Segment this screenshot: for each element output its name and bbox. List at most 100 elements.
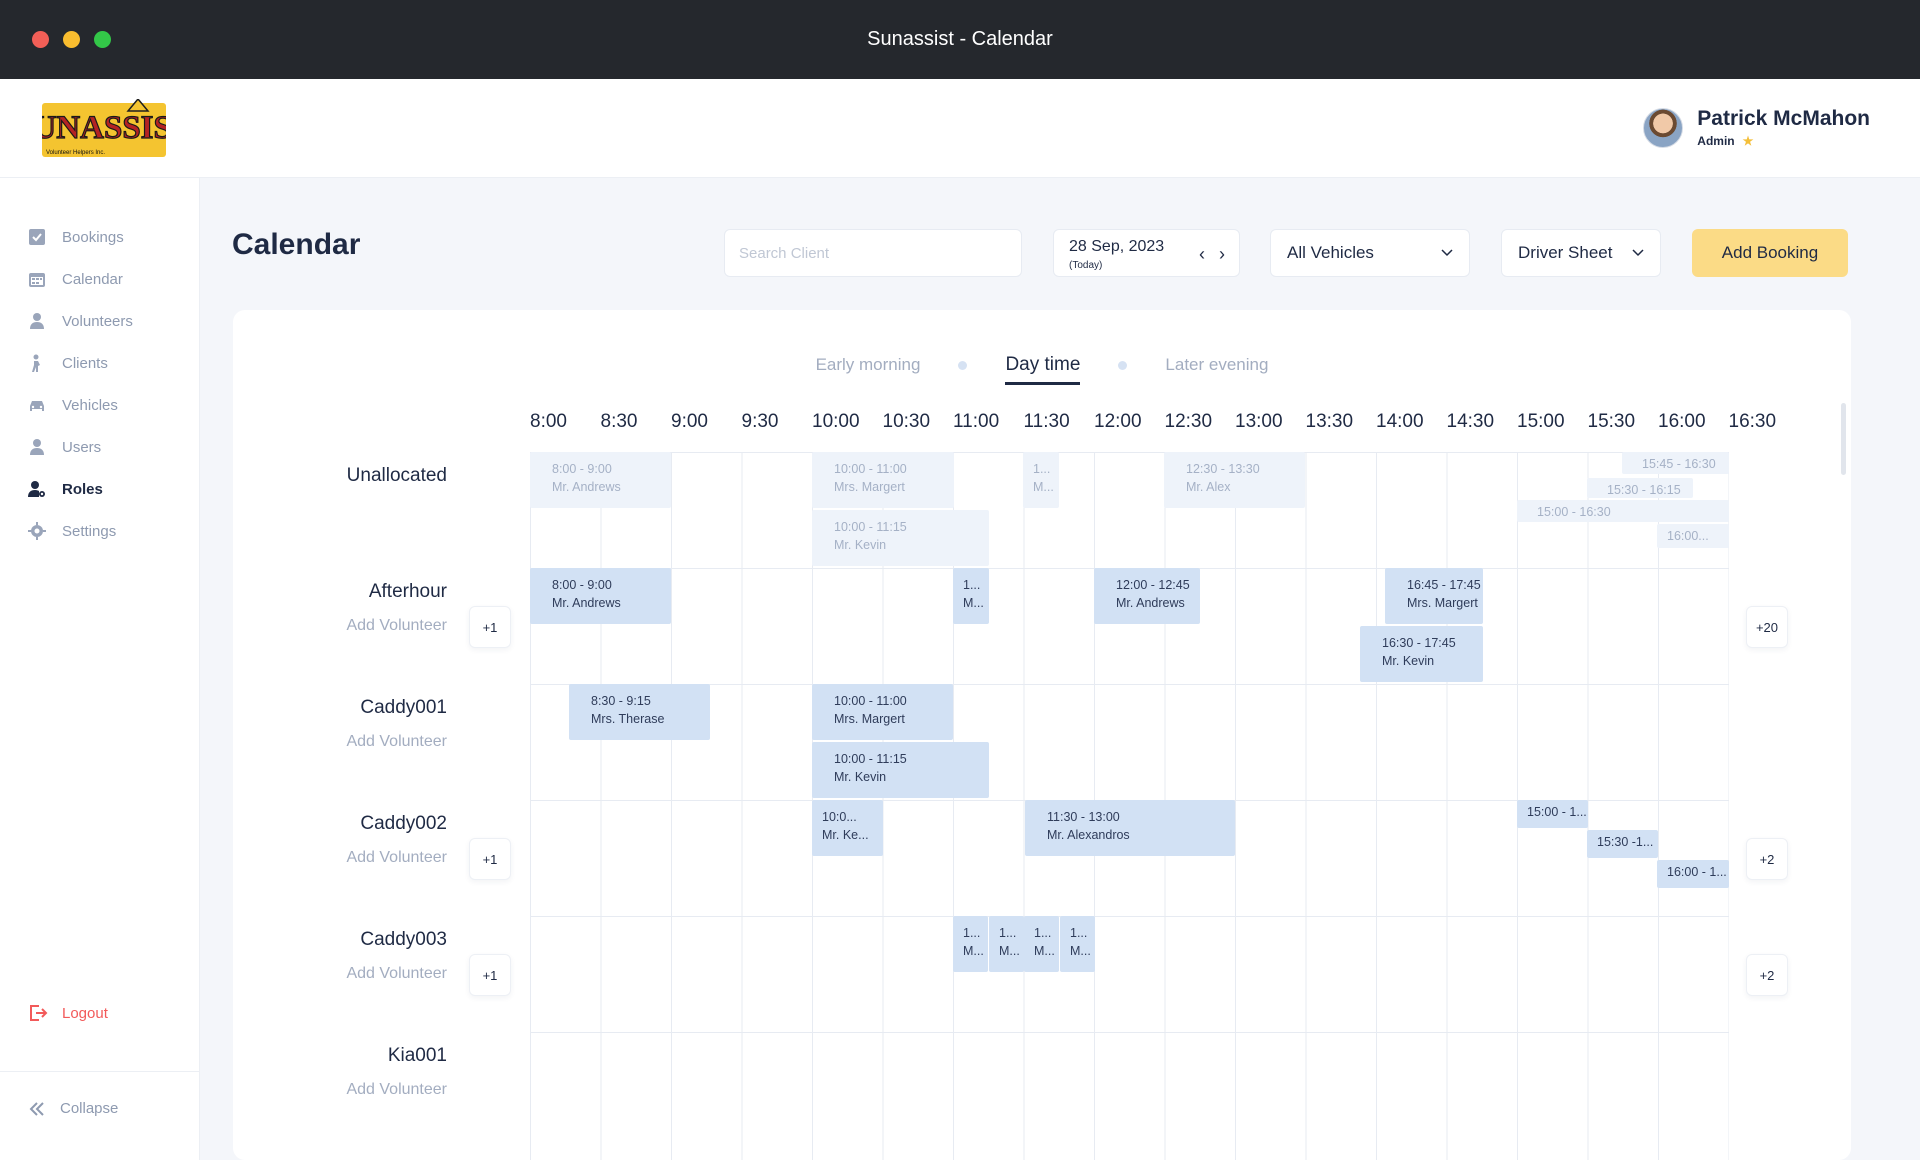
booking-event[interactable]: 15:30 -1... [1587,830,1658,858]
scrollbar[interactable] [1841,403,1846,475]
more-volunteers-button[interactable]: +1 [469,954,511,996]
hour-label: 14:30 [1446,411,1495,432]
booking-client: Mrs. Margert [834,712,905,726]
more-volunteers-button[interactable]: +1 [469,838,511,880]
collapse-button[interactable]: Collapse [28,1100,118,1117]
booking-event[interactable]: 15:30 - 16:15 [1587,478,1693,498]
booking-client: Mr. Kevin [1382,654,1435,668]
sidebar-item-label: Bookings [62,228,124,246]
close-window-button[interactable] [32,31,49,48]
booking-event[interactable]: 8:00 - 9:00 Mr. Andrews [530,568,671,624]
vehicles-select[interactable]: All Vehicles [1270,229,1470,277]
sidebar-item-settings[interactable]: Settings [28,522,116,540]
booking-client: M... [1033,480,1054,494]
booking-event[interactable]: 10:00 - 11:15 Mr. Kevin [812,510,989,566]
user-name: Patrick McMahon [1697,107,1870,130]
more-volunteers-button[interactable]: +1 [469,606,511,648]
logout-button[interactable]: Logout [28,1004,108,1022]
booking-event[interactable]: 15:45 - 16:30 [1622,452,1729,474]
booking-time: 15:00 - 16:30 [1537,505,1611,519]
booking-event[interactable]: 1... M... [989,916,1024,972]
more-bookings-button[interactable]: +20 [1746,606,1788,648]
sidebar-item-vehicles[interactable]: Vehicles [28,396,118,414]
booking-event[interactable]: 8:30 - 9:15 Mrs. Therase [569,684,710,740]
tab-early-morning[interactable]: Early morning [816,355,921,375]
booking-event[interactable]: 10:0... Mr. Ke... [812,800,883,856]
date-today-label: (Today) [1069,260,1103,271]
booking-time: 11:30 - 13:00 [1047,810,1120,824]
window-controls[interactable] [32,31,111,48]
booking-event[interactable]: 16:45 - 17:45 Mrs. Margert [1385,568,1483,624]
tab-day-time[interactable]: Day time [1005,354,1081,385]
add-volunteer-link[interactable]: Add Volunteer [346,733,447,751]
booking-event[interactable]: 1... M... [953,568,989,624]
add-volunteer-link[interactable]: Add Volunteer [346,617,447,635]
booking-event[interactable]: 12:00 - 12:45 Mr. Andrews [1094,568,1200,624]
booking-client: Mr. Alex [1186,480,1231,494]
user-role: Admin ★ [1697,134,1870,148]
more-bookings-button[interactable]: +2 [1746,954,1788,996]
row-name: Unallocated [346,465,447,486]
booking-event[interactable]: 1... M... [1060,916,1095,972]
booking-event[interactable]: 16:30 - 17:45 Mr. Kevin [1360,626,1483,682]
sunassist-logo[interactable]: SUNASSIST Volunteer Helpers Inc. [42,99,166,161]
logout-icon [30,1005,48,1021]
collapse-label: Collapse [60,1100,119,1117]
row-divider [530,916,1729,917]
booking-client: Mr. Andrews [1116,596,1185,610]
gear-icon [28,522,46,540]
tab-separator [958,360,968,370]
chevron-left-icon[interactable]: ‹ [1199,244,1205,265]
booking-event[interactable]: 16:00 - 1... [1657,860,1729,888]
booking-time: 16:00... [1667,529,1709,543]
booking-time: 15:30 -1... [1597,835,1654,849]
user-profile[interactable]: Patrick McMahon Admin ★ [1643,107,1870,148]
sidebar-item-bookings[interactable]: Bookings [28,228,124,246]
maximize-window-button[interactable] [94,31,111,48]
row-name: Kia001 [387,1045,447,1066]
booking-time: 10:00 - 11:15 [834,520,907,534]
bookings-icon [29,229,45,245]
search-input[interactable] [724,229,1022,277]
sidebar-item-calendar[interactable]: Calendar [28,270,123,288]
tab-later-evening[interactable]: Later evening [1165,355,1268,375]
booking-event[interactable]: 1... M... [1023,452,1059,508]
add-volunteer-link[interactable]: Add Volunteer [346,1081,447,1099]
booking-event[interactable]: 1... M... [1024,916,1059,972]
date-picker[interactable]: 28 Sep, 2023 (Today) ‹ › [1053,229,1240,277]
sidebar-item-clients[interactable]: Clients [28,354,108,372]
sidebar-item-roles[interactable]: Roles [28,480,103,498]
booking-event[interactable]: 16:00... [1657,524,1729,548]
booking-time: 12:30 - 13:30 [1186,462,1260,476]
minimize-window-button[interactable] [63,31,80,48]
add-booking-button[interactable]: Add Booking [1692,229,1848,277]
sidebar-item-volunteers[interactable]: Volunteers [28,312,133,330]
booking-event[interactable]: 10:00 - 11:00 Mrs. Margert [812,452,954,508]
booking-event[interactable]: 12:30 - 13:30 Mr. Alex [1164,452,1305,508]
chevron-right-icon[interactable]: › [1219,244,1225,265]
hour-label: 11:00 [953,411,1000,432]
more-bookings-button[interactable]: +2 [1746,838,1788,880]
sheet-value: Driver Sheet [1518,243,1613,262]
booking-event[interactable]: 8:00 - 9:00 Mr. Andrews [530,452,671,508]
booking-event[interactable]: 15:00 - 1... [1517,800,1588,828]
booking-time: 1... [1070,926,1088,940]
booking-time: 10:0... [822,810,857,824]
booking-client: Mr. Kevin [834,538,887,552]
booking-event[interactable]: 10:00 - 11:00 Mrs. Margert [812,684,953,740]
hour-label: 10:00 [812,411,860,432]
avatar[interactable] [1643,107,1684,148]
add-volunteer-link[interactable]: Add Volunteer [346,849,447,867]
booking-event[interactable]: 1... M... [953,916,988,972]
hour-label: 10:30 [882,411,931,432]
sheet-select[interactable]: Driver Sheet [1501,229,1661,277]
booking-time: 8:00 - 9:00 [552,578,612,592]
hour-label: 16:00 [1658,411,1706,432]
add-volunteer-link[interactable]: Add Volunteer [346,965,447,983]
booking-event[interactable]: 15:00 - 16:30 [1517,500,1729,522]
booking-client: Mr. Alexandros [1047,828,1130,842]
booking-event[interactable]: 11:30 - 13:00 Mr. Alexandros [1025,800,1235,856]
sidebar-item-users[interactable]: Users [28,438,101,456]
sidebar: Bookings Calendar Volunteers Clients Veh… [0,178,200,1160]
booking-event[interactable]: 10:00 - 11:15 Mr. Kevin [812,742,989,798]
